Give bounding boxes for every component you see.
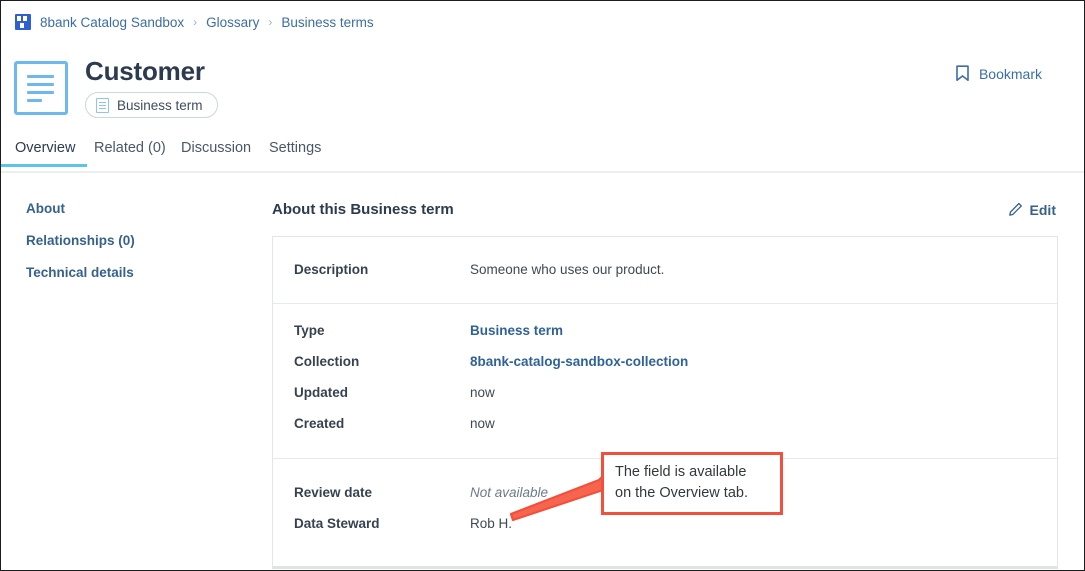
subnav-item-technical-details[interactable]: Technical details bbox=[26, 265, 135, 280]
tab-discussion[interactable]: Discussion bbox=[181, 140, 251, 165]
business-term-chip-icon bbox=[96, 97, 109, 113]
page-title: Customer bbox=[85, 56, 205, 86]
table-row: Collection 8bank-catalog-sandbox-collect… bbox=[294, 354, 1057, 374]
breadcrumb-separator-icon: › bbox=[268, 15, 273, 29]
type-chip-label: Business term bbox=[117, 97, 203, 113]
table-row: Type Business term bbox=[294, 323, 1057, 343]
row-label: Review date bbox=[294, 485, 373, 500]
row-label: Description bbox=[294, 262, 369, 277]
row-label: Updated bbox=[294, 385, 348, 400]
breadcrumb-item-business-terms[interactable]: Business terms bbox=[281, 15, 373, 30]
card-section-description: Description Someone who uses our product… bbox=[273, 237, 1057, 304]
breadcrumb-item-glossary[interactable]: Glossary bbox=[206, 15, 259, 30]
section-navigation: About Relationships (0) Technical detail… bbox=[26, 201, 135, 280]
card-section-metadata: Type Business term Collection 8bank-cata… bbox=[273, 304, 1057, 459]
breadcrumb-separator-icon: › bbox=[193, 15, 198, 29]
table-row: Description Someone who uses our product… bbox=[294, 262, 1057, 282]
about-card: Description Someone who uses our product… bbox=[272, 236, 1058, 569]
row-label: Collection bbox=[294, 354, 360, 369]
table-row: Created now bbox=[294, 416, 1057, 436]
row-value-updated: now bbox=[470, 385, 495, 400]
bookmark-icon bbox=[956, 65, 969, 81]
annotation-line-2: on the Overview tab. bbox=[615, 485, 748, 501]
table-row: Data Steward Rob H. bbox=[294, 516, 1057, 536]
edit-label: Edit bbox=[1029, 201, 1056, 218]
row-value-created: now bbox=[470, 416, 495, 431]
title-block: Customer Business term bbox=[85, 55, 218, 118]
panel-title: About this Business term bbox=[272, 201, 454, 218]
breadcrumb: 8bank Catalog Sandbox › Glossary › Busin… bbox=[15, 14, 374, 30]
annotation-line-1: The field is available bbox=[615, 464, 747, 480]
row-value-description: Someone who uses our product. bbox=[470, 262, 665, 277]
row-value-data-steward: Rob H. bbox=[470, 516, 513, 531]
row-value-review-date: Not available bbox=[470, 485, 549, 500]
tab-settings[interactable]: Settings bbox=[269, 140, 321, 165]
subnav-item-relationships[interactable]: Relationships (0) bbox=[26, 233, 135, 248]
row-value-type[interactable]: Business term bbox=[470, 323, 563, 338]
annotation-callout: The field is available on the Overview t… bbox=[601, 452, 783, 515]
8bank-favicon bbox=[15, 14, 31, 30]
subnav-item-about[interactable]: About bbox=[26, 201, 135, 216]
tab-bar: Overview Related (0) Discussion Settings bbox=[1, 140, 1084, 173]
row-label: Data Steward bbox=[294, 516, 380, 531]
row-label: Created bbox=[294, 416, 345, 431]
bookmark-button[interactable]: Bookmark bbox=[955, 65, 1042, 82]
tab-related[interactable]: Related (0) bbox=[94, 140, 166, 165]
panel-header: About this Business term Edit bbox=[272, 201, 1056, 218]
app-page: 8bank Catalog Sandbox › Glossary › Busin… bbox=[0, 0, 1085, 571]
type-chip[interactable]: Business term bbox=[85, 92, 218, 118]
edit-button[interactable]: Edit bbox=[1008, 202, 1056, 218]
row-label: Type bbox=[294, 323, 325, 338]
row-value-collection[interactable]: 8bank-catalog-sandbox-collection bbox=[470, 354, 688, 369]
pencil-edit-icon bbox=[1008, 202, 1022, 216]
business-term-document-icon bbox=[14, 61, 68, 115]
table-row: Updated now bbox=[294, 385, 1057, 405]
bookmark-label: Bookmark bbox=[978, 65, 1042, 82]
tab-overview[interactable]: Overview bbox=[1, 140, 88, 167]
breadcrumb-item-catalog[interactable]: 8bank Catalog Sandbox bbox=[40, 15, 184, 30]
